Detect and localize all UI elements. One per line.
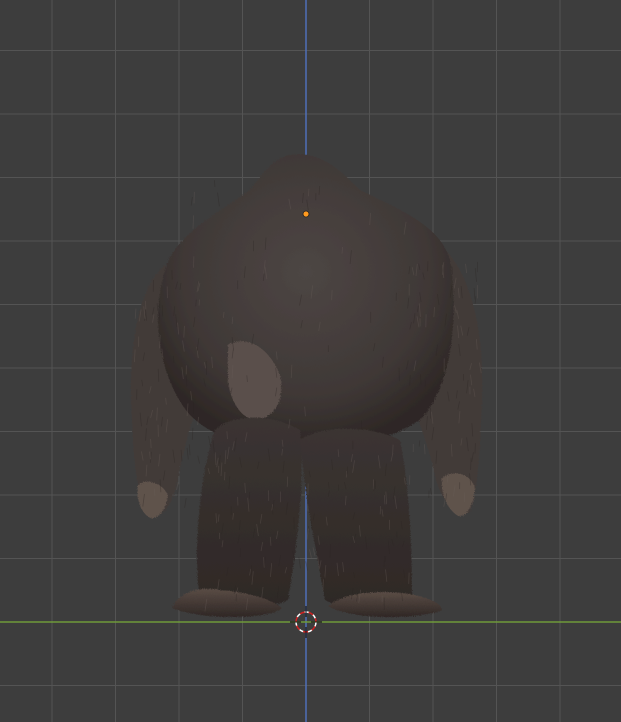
- fur-strand: [226, 431, 228, 440]
- fur-strand: [158, 312, 160, 321]
- viewport-canvas[interactable]: [0, 0, 621, 722]
- fur-strand: [423, 444, 426, 455]
- fur-strand: [172, 355, 175, 363]
- fur-strand: [197, 455, 200, 464]
- fur-strand: [190, 197, 193, 206]
- fur-strand: [430, 487, 432, 495]
- fur-strand: [418, 440, 421, 447]
- fur-strand: [184, 498, 187, 508]
- fur-strand: [208, 435, 211, 447]
- fur-strand: [217, 192, 220, 207]
- origin-dot-icon[interactable]: [302, 210, 310, 218]
- fur-strand: [134, 308, 137, 319]
- fur-strand: [306, 528, 309, 540]
- torso: [158, 154, 454, 449]
- fur-strand: [322, 579, 324, 591]
- fur-strand: [150, 438, 152, 449]
- fur-strand: [474, 268, 477, 282]
- fur-strand: [312, 547, 316, 556]
- fur-strand: [473, 288, 476, 300]
- fur-strand: [383, 495, 386, 505]
- fur-strand: [188, 444, 191, 456]
- right-leg: [300, 428, 412, 608]
- fur-strand: [186, 447, 189, 460]
- fur-strand: [309, 549, 312, 558]
- fur-strand: [341, 246, 343, 254]
- fur-strand: [191, 427, 194, 440]
- fur-strand: [409, 375, 411, 386]
- fur-strand: [465, 263, 468, 274]
- 3d-viewport[interactable]: [0, 0, 621, 722]
